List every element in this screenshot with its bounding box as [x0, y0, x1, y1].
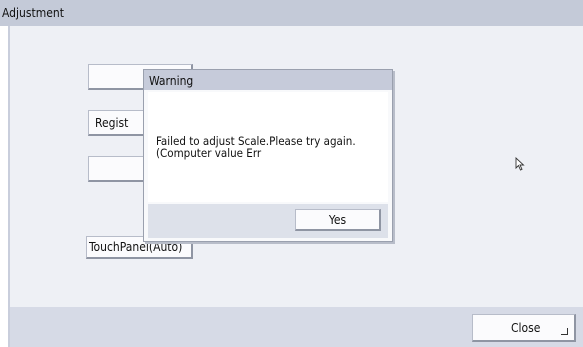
close-button[interactable]: Close	[472, 314, 576, 342]
window-titlebar: Adjustment	[0, 0, 583, 26]
dialog-body: Failed to adjust Scale.Please try again.…	[148, 92, 388, 202]
warning-dialog: Warning Failed to adjust Scale.Please tr…	[143, 69, 393, 242]
dialog-title: Warning	[149, 74, 194, 88]
yes-button-label: Yes	[328, 213, 347, 227]
yes-button[interactable]: Yes	[295, 209, 381, 231]
dialog-titlebar: Warning	[144, 70, 392, 90]
mouse-pointer-icon	[515, 157, 525, 171]
close-button-label: Close	[511, 321, 541, 335]
corner-arrow-icon	[561, 328, 568, 335]
touchpanel-button-label: TouchPanel(Auto)	[89, 240, 183, 254]
window-title: Adjustment	[2, 6, 64, 20]
dialog-message-line2: (Computer value Err	[156, 146, 262, 160]
dialog-footer: Yes	[148, 204, 388, 238]
